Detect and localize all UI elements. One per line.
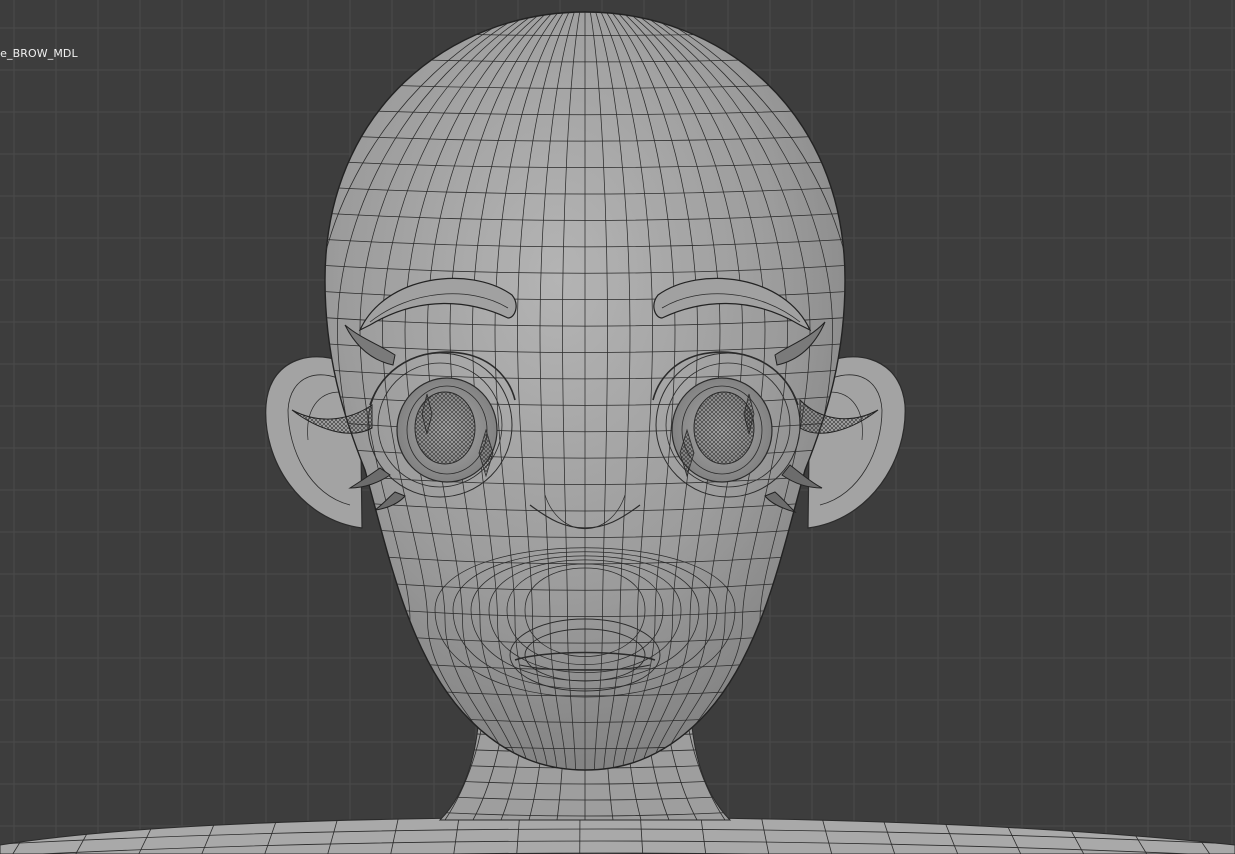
right-eyeball (671, 377, 773, 483)
3d-viewport[interactable]: ce_BROW_MDL (0, 0, 1235, 854)
left-eyeball (396, 377, 498, 483)
character-head-mesh[interactable] (0, 0, 1235, 854)
